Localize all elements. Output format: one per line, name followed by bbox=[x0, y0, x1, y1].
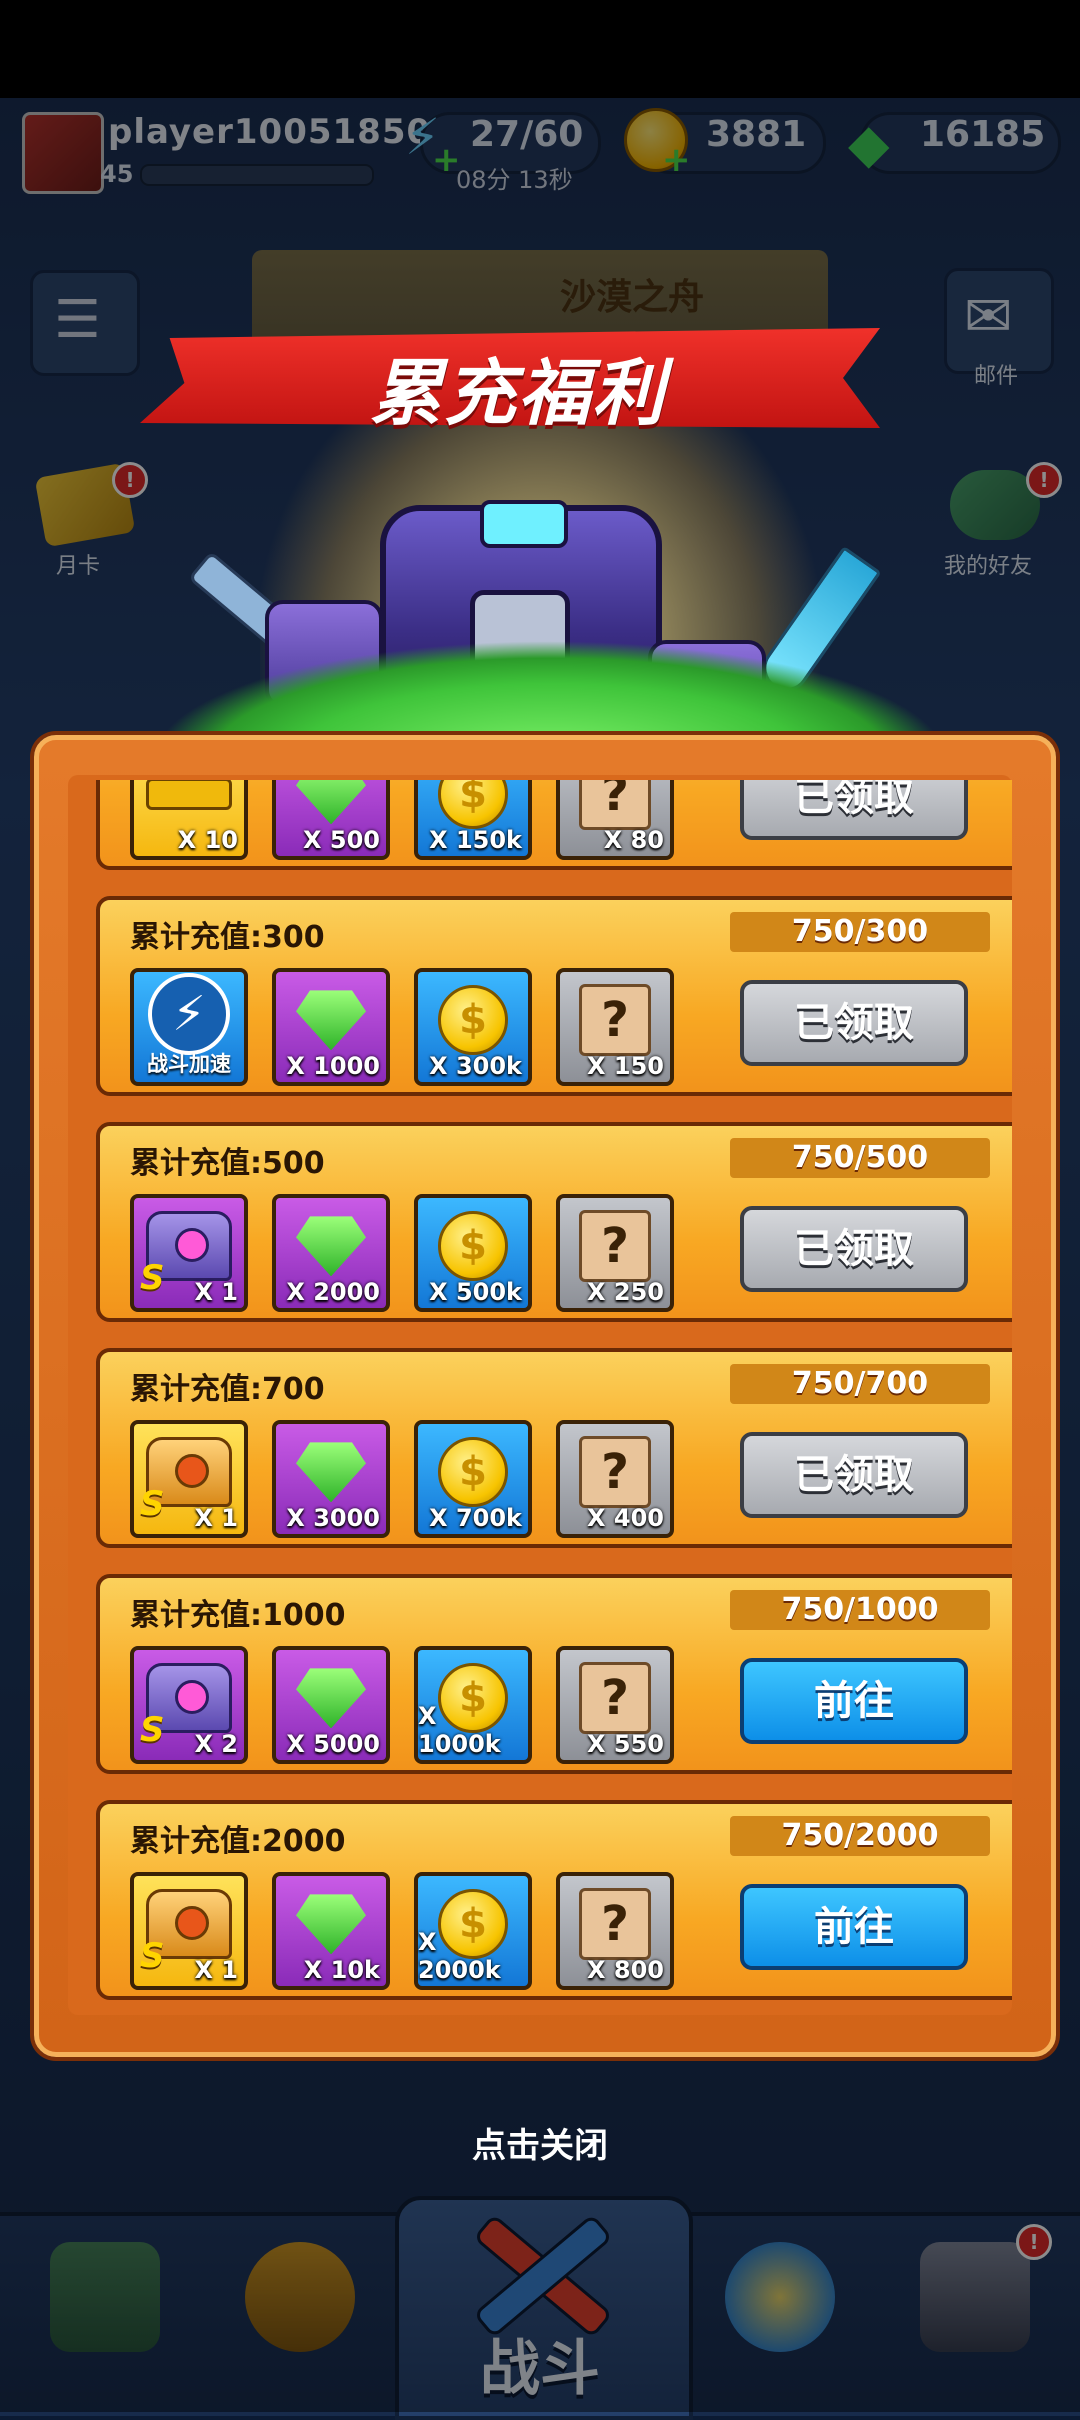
reward-slot[interactable]: ? X 800 bbox=[556, 1872, 674, 1990]
reward-quantity: X 550 bbox=[587, 1730, 664, 1758]
reward-quantity: X 300k bbox=[429, 1052, 522, 1080]
go-button[interactable]: 前往 bbox=[740, 1658, 968, 1744]
reward-quantity: X 2 bbox=[194, 1730, 238, 1758]
reward-quantity: X 3000 bbox=[286, 1504, 380, 1532]
reward-quantity: X 400 bbox=[587, 1504, 664, 1532]
gem-icon bbox=[296, 1668, 366, 1729]
progress-label: 750/1000 bbox=[781, 1592, 939, 1627]
reward-quantity: X 80 bbox=[603, 826, 664, 854]
reward-slot[interactable]: $ X 1000k bbox=[414, 1646, 532, 1764]
reward-quantity: X 2000 bbox=[286, 1278, 380, 1306]
reward-slot[interactable]: $ X 150k bbox=[414, 780, 532, 860]
reward-row: 累计充值:1000 750/1000 S X 2 X 5000 $ X 1000k? X 55… bbox=[96, 1574, 1012, 1774]
s-rank-badge: S bbox=[140, 1710, 165, 1750]
reward-slot[interactable]: X 5000 bbox=[272, 1646, 390, 1764]
reward-quantity: X 1 bbox=[194, 1956, 238, 1984]
reward-row: 累计充值:300 750/300 ⚡ 战斗加速 X 1000 $ X 300k? X 150 已… bbox=[96, 896, 1012, 1096]
gem-icon bbox=[296, 1216, 366, 1277]
gem-icon bbox=[296, 990, 366, 1051]
gem-icon bbox=[296, 1894, 366, 1955]
reward-quantity: X 500k bbox=[429, 1278, 522, 1306]
reward-quantity: X 150k bbox=[429, 826, 522, 854]
gem-icon bbox=[296, 780, 366, 825]
reward-row: 累计充值:500 750/500 S X 1X 2000 $ X 500k? X 250 已领… bbox=[96, 1122, 1012, 1322]
status-bar bbox=[0, 0, 1080, 98]
reward-slot[interactable]: X 10 bbox=[130, 780, 248, 860]
reward-slot[interactable]: S X 2 bbox=[130, 1646, 248, 1764]
reward-quantity: X 800 bbox=[587, 1956, 664, 1984]
coin-icon: $ bbox=[438, 780, 508, 830]
claimed-button[interactable]: 已领取 bbox=[740, 980, 968, 1066]
reward-slot[interactable]: X 10k bbox=[272, 1872, 390, 1990]
mystery-box-icon: ? bbox=[579, 984, 651, 1057]
reward-row: 累计充值:700 750/700 S X 1X 3000 $ X 700k? X 400 已领… bbox=[96, 1348, 1012, 1548]
coin-icon: $ bbox=[438, 1211, 508, 1282]
reward-slot[interactable]: $ X 700k bbox=[414, 1420, 532, 1538]
row-threshold-label: 累计充值:300 bbox=[130, 920, 325, 955]
mystery-box-icon: ? bbox=[579, 1210, 651, 1283]
s-rank-badge: S bbox=[140, 1936, 165, 1976]
row-threshold-label: 累计充值:700 bbox=[130, 1372, 325, 1407]
claimed-button[interactable]: 已领取 bbox=[740, 1432, 968, 1518]
row-threshold-label: 累计充值:1000 bbox=[130, 1598, 346, 1633]
key-icon bbox=[146, 780, 232, 811]
reward-slot[interactable]: S X 1 bbox=[130, 1194, 248, 1312]
reward-slot[interactable]: X 2000 bbox=[272, 1194, 390, 1312]
reward-quantity: X 700k bbox=[429, 1504, 522, 1532]
reward-slot[interactable]: $ X 2000k bbox=[414, 1872, 532, 1990]
popup-title: 累充福利 bbox=[370, 351, 667, 435]
mystery-box-icon: ? bbox=[579, 780, 651, 831]
reward-slot[interactable]: ? X 150 bbox=[556, 968, 674, 1086]
reward-slot[interactable]: $ X 500k bbox=[414, 1194, 532, 1312]
s-rank-badge: S bbox=[140, 1258, 165, 1298]
reward-slot[interactable]: ? X 250 bbox=[556, 1194, 674, 1312]
tap-to-close-label[interactable]: 点击关闭 bbox=[0, 2118, 1080, 2167]
progress-label: 750/2000 bbox=[781, 1818, 939, 1853]
progress-label: 750/700 bbox=[791, 1366, 929, 1401]
claimed-button[interactable]: 已领取 bbox=[740, 780, 968, 840]
battle-boost-icon: ⚡ bbox=[148, 972, 230, 1055]
reward-label: 战斗加速 bbox=[147, 1052, 231, 1076]
mystery-box-icon: ? bbox=[579, 1436, 651, 1509]
reward-row: X 10 X 500 $ X 150k ? X 80 已领取 bbox=[96, 780, 1012, 870]
reward-quantity: X 150 bbox=[587, 1052, 664, 1080]
reward-slot[interactable]: ? X 80 bbox=[556, 780, 674, 860]
reward-quantity: X 1 bbox=[194, 1278, 238, 1306]
reward-slot[interactable]: ⚡ 战斗加速 bbox=[130, 968, 248, 1086]
reward-slot[interactable]: X 500 bbox=[272, 780, 390, 860]
go-button[interactable]: 前往 bbox=[740, 1884, 968, 1970]
reward-slot[interactable]: S X 1 bbox=[130, 1872, 248, 1990]
reward-quantity: X 10 bbox=[177, 826, 238, 854]
reward-slot[interactable]: X 3000 bbox=[272, 1420, 390, 1538]
progress-label: 750/300 bbox=[791, 914, 929, 949]
reward-quantity: X 10k bbox=[303, 1956, 380, 1984]
reward-quantity: X 500 bbox=[303, 826, 380, 854]
coin-icon: $ bbox=[438, 1437, 508, 1508]
reward-slot[interactable]: X 1000 bbox=[272, 968, 390, 1086]
reward-quantity: X 1000 bbox=[286, 1052, 380, 1080]
reward-quantity: X 1000k bbox=[418, 1702, 501, 1758]
reward-slot[interactable]: ? X 550 bbox=[556, 1646, 674, 1764]
reward-row: 累计充值:2000 750/2000 S X 1 X 10k $ X 2000k? X 800… bbox=[96, 1800, 1012, 2000]
reward-quantity: X 2000k bbox=[418, 1928, 501, 1984]
claimed-button[interactable]: 已领取 bbox=[740, 1206, 968, 1292]
mystery-box-icon: ? bbox=[579, 1662, 651, 1735]
s-rank-badge: S bbox=[140, 1484, 165, 1524]
reward-quantity: X 5000 bbox=[286, 1730, 380, 1758]
reward-slot[interactable]: $ X 300k bbox=[414, 968, 532, 1086]
progress-label: 750/500 bbox=[791, 1140, 929, 1175]
reward-slot[interactable]: S X 1 bbox=[130, 1420, 248, 1538]
reward-list[interactable]: X 10 X 500 $ X 150k ? X 80 已领取 累计充值:300 750… bbox=[68, 780, 1012, 2010]
row-threshold-label: 累计充值:500 bbox=[130, 1146, 325, 1181]
reward-quantity: X 1 bbox=[194, 1504, 238, 1532]
reward-quantity: X 250 bbox=[587, 1278, 664, 1306]
chest-crystal-icon bbox=[480, 500, 568, 548]
mystery-box-icon: ? bbox=[579, 1888, 651, 1961]
row-threshold-label: 累计充值:2000 bbox=[130, 1824, 346, 1859]
reward-slot[interactable]: ? X 400 bbox=[556, 1420, 674, 1538]
coin-icon: $ bbox=[438, 985, 508, 1056]
gem-icon bbox=[296, 1442, 366, 1503]
